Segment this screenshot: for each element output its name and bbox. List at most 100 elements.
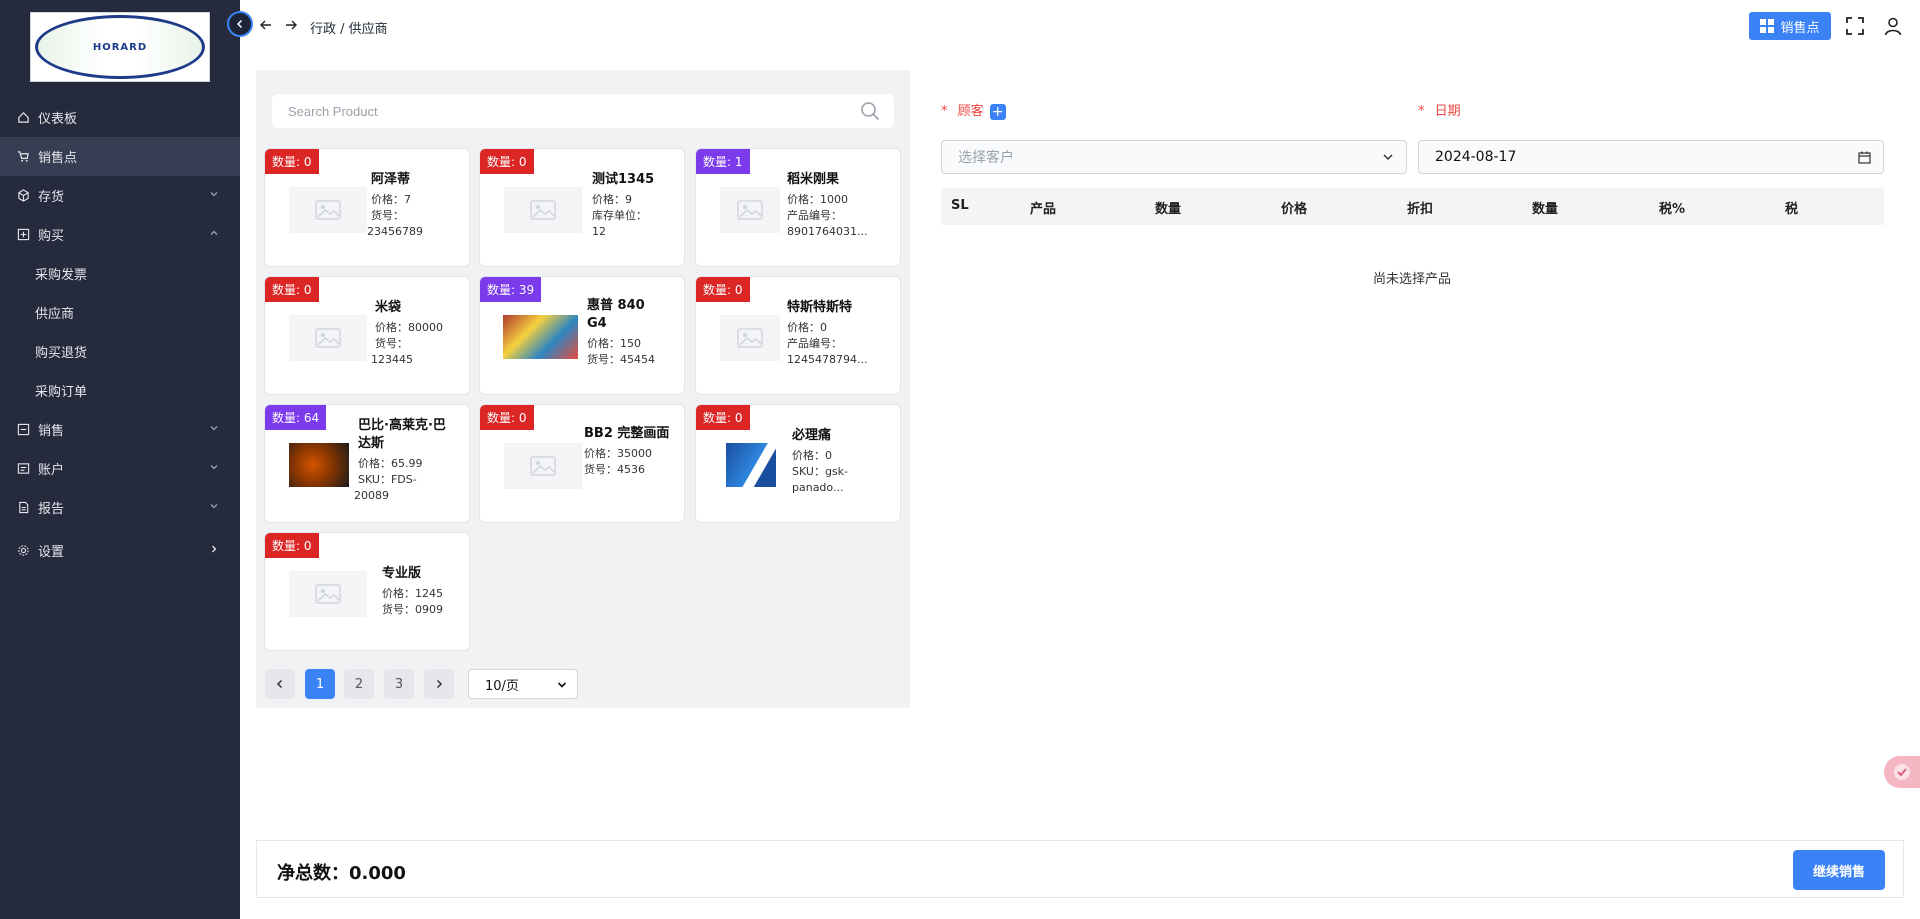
sidebar-item-pos[interactable]: 销售点 xyxy=(0,137,240,176)
product-image xyxy=(726,443,776,487)
box-icon xyxy=(16,189,30,203)
calendar-icon[interactable] xyxy=(1858,151,1871,164)
back-arrow-icon[interactable] xyxy=(258,17,274,33)
date-input[interactable]: 2024-08-17 xyxy=(1418,140,1884,174)
product-price: 价格：65.99 xyxy=(358,457,423,470)
product-name: 专业版 xyxy=(382,566,422,581)
image-placeholder-icon xyxy=(504,443,582,489)
product-code-label: 产品编号： xyxy=(787,209,842,222)
customer-label-text: 顾客 xyxy=(957,104,984,119)
logo-text: HORARD xyxy=(92,41,148,53)
product-code-label: 货号： xyxy=(375,337,408,350)
date-label: * 日期 xyxy=(1418,100,1461,119)
product-card[interactable]: 数量: 0 特斯特斯特 价格：0 产品编号： 1245478794... xyxy=(695,276,901,395)
product-search xyxy=(272,94,894,128)
search-icon[interactable] xyxy=(860,101,880,121)
sidebar-collapse-button[interactable] xyxy=(227,11,253,37)
forward-arrow-icon[interactable] xyxy=(283,17,299,33)
sidebar-item-reports[interactable]: 报告 xyxy=(0,488,240,527)
product-card[interactable]: 数量: 64 巴比·高莱克·巴达斯 价格：65.99 SKU：FDS- 2008… xyxy=(264,404,470,523)
product-code: 货号：0909 xyxy=(382,603,443,616)
product-code: 123445 xyxy=(371,353,413,366)
chevron-down-icon xyxy=(208,188,222,202)
sidebar-item-label: 购买 xyxy=(38,229,65,244)
page-button-3[interactable]: 3 xyxy=(384,669,414,699)
continue-sale-button[interactable]: 继续销售 xyxy=(1793,850,1885,890)
sidebar-item-purchase-invoice[interactable]: 采购发票 xyxy=(0,254,240,293)
product-code-label: 货号： xyxy=(371,209,404,222)
assistant-bubble-icon[interactable] xyxy=(1884,756,1920,788)
image-placeholder-icon xyxy=(504,187,582,233)
sidebar-item-label: 采购发票 xyxy=(35,268,88,283)
sidebar-item-inventory[interactable]: 存货 xyxy=(0,176,240,215)
breadcrumb[interactable]: 行政 / 供应商 xyxy=(310,18,388,37)
chevron-down-icon xyxy=(1383,154,1393,161)
user-icon[interactable] xyxy=(1883,16,1903,36)
date-label-text: 日期 xyxy=(1434,104,1461,119)
sidebar-item-label: 账户 xyxy=(38,463,65,478)
logo-emblem: HORARD xyxy=(35,15,205,79)
product-code-label: SKU：gsk- xyxy=(792,465,849,478)
product-price: 价格：150 xyxy=(587,337,641,350)
sidebar-item-sales[interactable]: 销售 xyxy=(0,410,240,449)
sidebar-item-label: 报告 xyxy=(38,502,65,517)
product-card[interactable]: 数量: 0 BB2 完整画面 价格：35000 货号：4536 xyxy=(479,404,685,523)
product-card[interactable]: 数量: 39 惠普 840 G4 价格：150 货号：45454 xyxy=(479,276,685,395)
sidebar-item-accounts[interactable]: 账户 xyxy=(0,449,240,488)
product-name: 必理痛 xyxy=(792,428,832,443)
product-card[interactable]: 数量: 1 稻米刚果 价格：1000 产品编号： 8901764031... xyxy=(695,148,901,267)
fullscreen-icon[interactable] xyxy=(1845,16,1865,36)
product-card[interactable]: 数量: 0 测试1345 价格：9 库存单位： 12 xyxy=(479,148,685,267)
product-code: 1245478794... xyxy=(787,353,868,366)
sidebar-item-label: 设置 xyxy=(38,545,65,560)
product-name: 米袋 xyxy=(375,300,402,315)
product-name: 巴比·高莱克·巴达斯 xyxy=(358,418,446,451)
product-price: 价格：35000 xyxy=(584,447,652,460)
product-name: 特斯特斯特 xyxy=(787,300,853,315)
chevron-down-icon xyxy=(208,500,222,514)
required-mark: * xyxy=(1418,104,1425,119)
product-code-label: 库存单位： xyxy=(592,209,647,222)
add-customer-button[interactable]: + xyxy=(989,103,1006,120)
sidebar-item-purchase-order[interactable]: 采购订单 xyxy=(0,371,240,410)
product-card[interactable]: 数量: 0 必理痛 价格：0 SKU：gsk- panado... xyxy=(695,404,901,523)
product-price: 价格：0 xyxy=(787,321,827,334)
page-button-1[interactable]: 1 xyxy=(305,669,335,699)
product-name: 测试1345 xyxy=(592,172,655,187)
product-card[interactable]: 数量: 0 专业版 价格：1245 货号：0909 xyxy=(264,532,470,651)
column-header-quantity-2: 数量 xyxy=(1532,202,1559,217)
column-header-discount: 折扣 xyxy=(1407,202,1434,217)
sidebar-item-label: 仪表板 xyxy=(38,112,78,127)
page-button-2[interactable]: 2 xyxy=(344,669,374,699)
quantity-badge: 数量: 0 xyxy=(480,149,534,174)
pos-button[interactable]: 销售点 xyxy=(1749,12,1831,40)
grid-icon xyxy=(1760,19,1775,33)
column-header-price: 价格 xyxy=(1281,202,1308,217)
product-code-label: SKU：FDS- xyxy=(358,473,417,486)
product-code: panado... xyxy=(792,481,844,494)
column-header-sl: SL xyxy=(951,198,969,213)
per-page-select[interactable]: 10/页 xyxy=(468,669,578,699)
report-icon xyxy=(16,501,30,515)
sidebar-item-label: 采购订单 xyxy=(35,385,88,400)
sidebar-item-dashboard[interactable]: 仪表板 xyxy=(0,98,240,137)
sidebar: HORARD 仪表板 销售点 存货 购买 采购发票 供应商 购买退货 采购订单 … xyxy=(0,0,240,919)
product-card[interactable]: 数量: 0 米袋 价格：80000 货号： 123445 xyxy=(264,276,470,395)
product-name: 惠普 840 G4 xyxy=(587,298,645,331)
quantity-badge: 数量: 0 xyxy=(696,405,750,430)
product-card[interactable]: 数量: 0 阿泽蒂 价格：7 货号： 23456789 xyxy=(264,148,470,267)
prev-page-button[interactable] xyxy=(265,669,295,699)
image-placeholder-icon xyxy=(720,187,780,233)
company-logo[interactable]: HORARD xyxy=(30,12,210,82)
customer-select[interactable]: 选择客户 xyxy=(941,140,1407,174)
product-code: 8901764031... xyxy=(787,225,868,238)
sidebar-item-purchase[interactable]: 购买 xyxy=(0,215,240,254)
quantity-badge: 数量: 39 xyxy=(480,277,542,302)
next-page-button[interactable] xyxy=(424,669,454,699)
sidebar-item-purchase-return[interactable]: 购买退货 xyxy=(0,332,240,371)
checkout-footer: 净总数：0.000 继续销售 xyxy=(256,840,1904,898)
product-search-input[interactable] xyxy=(288,102,828,120)
product-price: 价格：7 xyxy=(371,193,411,206)
sidebar-item-settings[interactable]: 设置 xyxy=(0,531,240,570)
sidebar-item-supplier[interactable]: 供应商 xyxy=(0,293,240,332)
